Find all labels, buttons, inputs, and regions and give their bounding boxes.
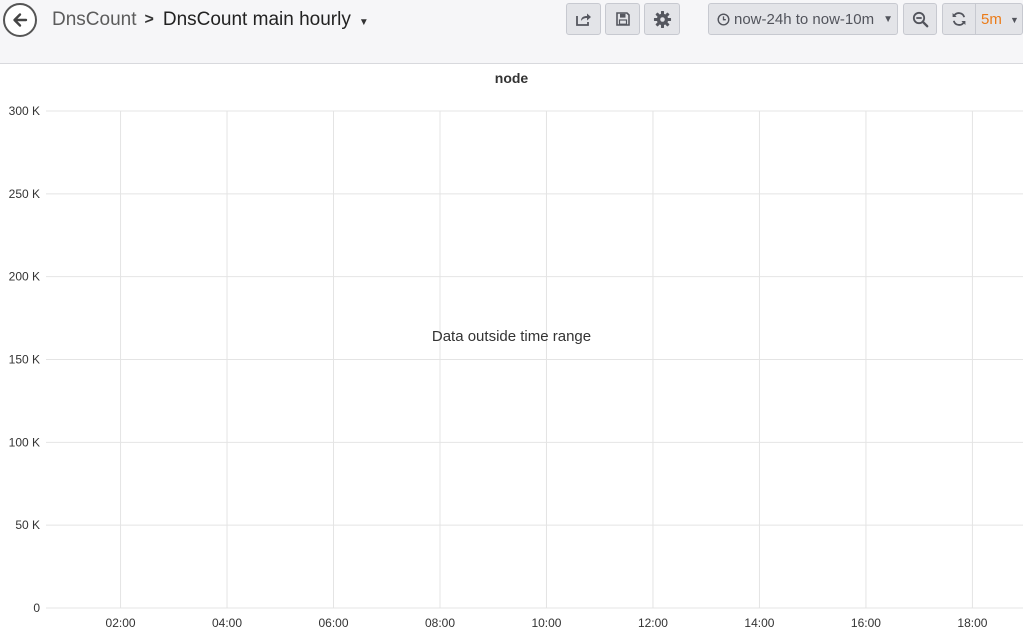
breadcrumb-folder-link[interactable]: DnsCount bbox=[52, 9, 137, 31]
y-axis: 0 50 K 100 K 150 K 200 K 250 K 300 K bbox=[9, 104, 41, 615]
refresh-button[interactable] bbox=[943, 4, 976, 34]
x-axis: 02:00 04:00 06:00 08:00 10:00 12:00 14:00 16:00… bbox=[106, 616, 988, 630]
save-icon bbox=[615, 11, 631, 27]
y-tick-label: 100 K bbox=[9, 435, 40, 449]
panel-title[interactable]: node bbox=[0, 70, 1023, 86]
x-tick-label: 12:00 bbox=[638, 616, 668, 630]
caret-down-icon[interactable]: ▼ bbox=[359, 17, 369, 28]
caret-down-icon: ▼ bbox=[883, 13, 893, 25]
refresh-icon bbox=[951, 11, 967, 27]
x-tick-label: 10:00 bbox=[531, 616, 561, 630]
breadcrumb: DnsCount > DnsCount main hourly ▼ bbox=[52, 8, 369, 32]
arrow-left-icon bbox=[11, 11, 29, 29]
x-tick-label: 06:00 bbox=[318, 616, 348, 630]
y-tick-label: 50 K bbox=[15, 518, 40, 532]
x-tick-label: 18:00 bbox=[957, 616, 987, 630]
time-range-label: now-24h to now-10m bbox=[734, 10, 875, 28]
y-tick-label: 0 bbox=[33, 601, 40, 615]
share-dashboard-button[interactable] bbox=[566, 3, 601, 35]
refresh-interval-picker[interactable]: 5m ▼ bbox=[976, 11, 1019, 28]
save-dashboard-button[interactable] bbox=[605, 3, 640, 35]
x-tick-label: 02:00 bbox=[106, 616, 136, 630]
clock-icon bbox=[717, 12, 730, 26]
zoom-out-button[interactable] bbox=[903, 3, 937, 35]
refresh-interval-label: 5m bbox=[981, 10, 1002, 28]
x-tick-label: 16:00 bbox=[851, 616, 881, 630]
x-tick-label: 08:00 bbox=[425, 616, 455, 630]
y-tick-label: 200 K bbox=[9, 270, 40, 284]
time-range-picker[interactable]: now-24h to now-10m ▼ bbox=[708, 3, 898, 35]
y-tick-label: 300 K bbox=[9, 104, 40, 118]
y-tick-label: 250 K bbox=[9, 187, 40, 201]
back-button[interactable] bbox=[3, 3, 37, 37]
dashboard-settings-button[interactable] bbox=[644, 3, 680, 35]
dashboard-title[interactable]: DnsCount main hourly bbox=[163, 9, 351, 31]
gear-icon bbox=[653, 10, 672, 29]
share-icon bbox=[575, 11, 592, 27]
no-data-message: Data outside time range bbox=[431, 328, 592, 345]
y-tick-label: 150 K bbox=[9, 353, 40, 367]
refresh-controls: 5m ▼ bbox=[942, 3, 1023, 35]
x-tick-label: 14:00 bbox=[744, 616, 774, 630]
dashboard-navbar: DnsCount > DnsCount main hourly ▼ now-24… bbox=[0, 0, 1023, 64]
x-tick-label: 04:00 bbox=[212, 616, 242, 630]
graph-panel[interactable]: 0 50 K 100 K 150 K 200 K 250 K 300 K 02:00 04:0… bbox=[0, 96, 1023, 636]
chart-grid bbox=[46, 110, 1023, 609]
zoom-out-icon bbox=[912, 11, 929, 28]
breadcrumb-separator: > bbox=[144, 11, 154, 28]
caret-down-icon: ▼ bbox=[1010, 14, 1019, 25]
